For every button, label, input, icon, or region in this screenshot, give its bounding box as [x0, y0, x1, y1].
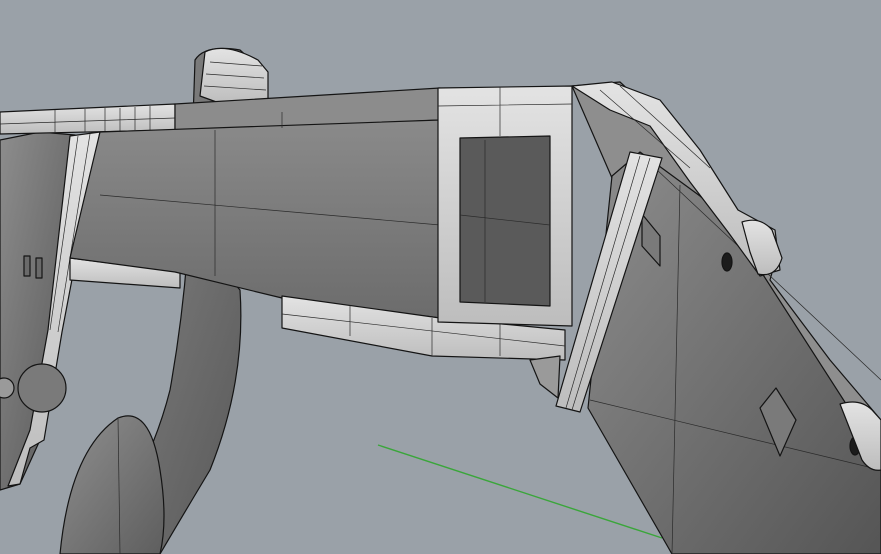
- left-side-plate[interactable]: [0, 131, 101, 491]
- right-side-plate[interactable]: [571, 81, 881, 554]
- model-scene[interactable]: [0, 0, 881, 554]
- top-cross-plate[interactable]: [0, 103, 176, 135]
- wheel-disk[interactable]: [59, 415, 165, 554]
- cad-viewport[interactable]: [0, 0, 881, 554]
